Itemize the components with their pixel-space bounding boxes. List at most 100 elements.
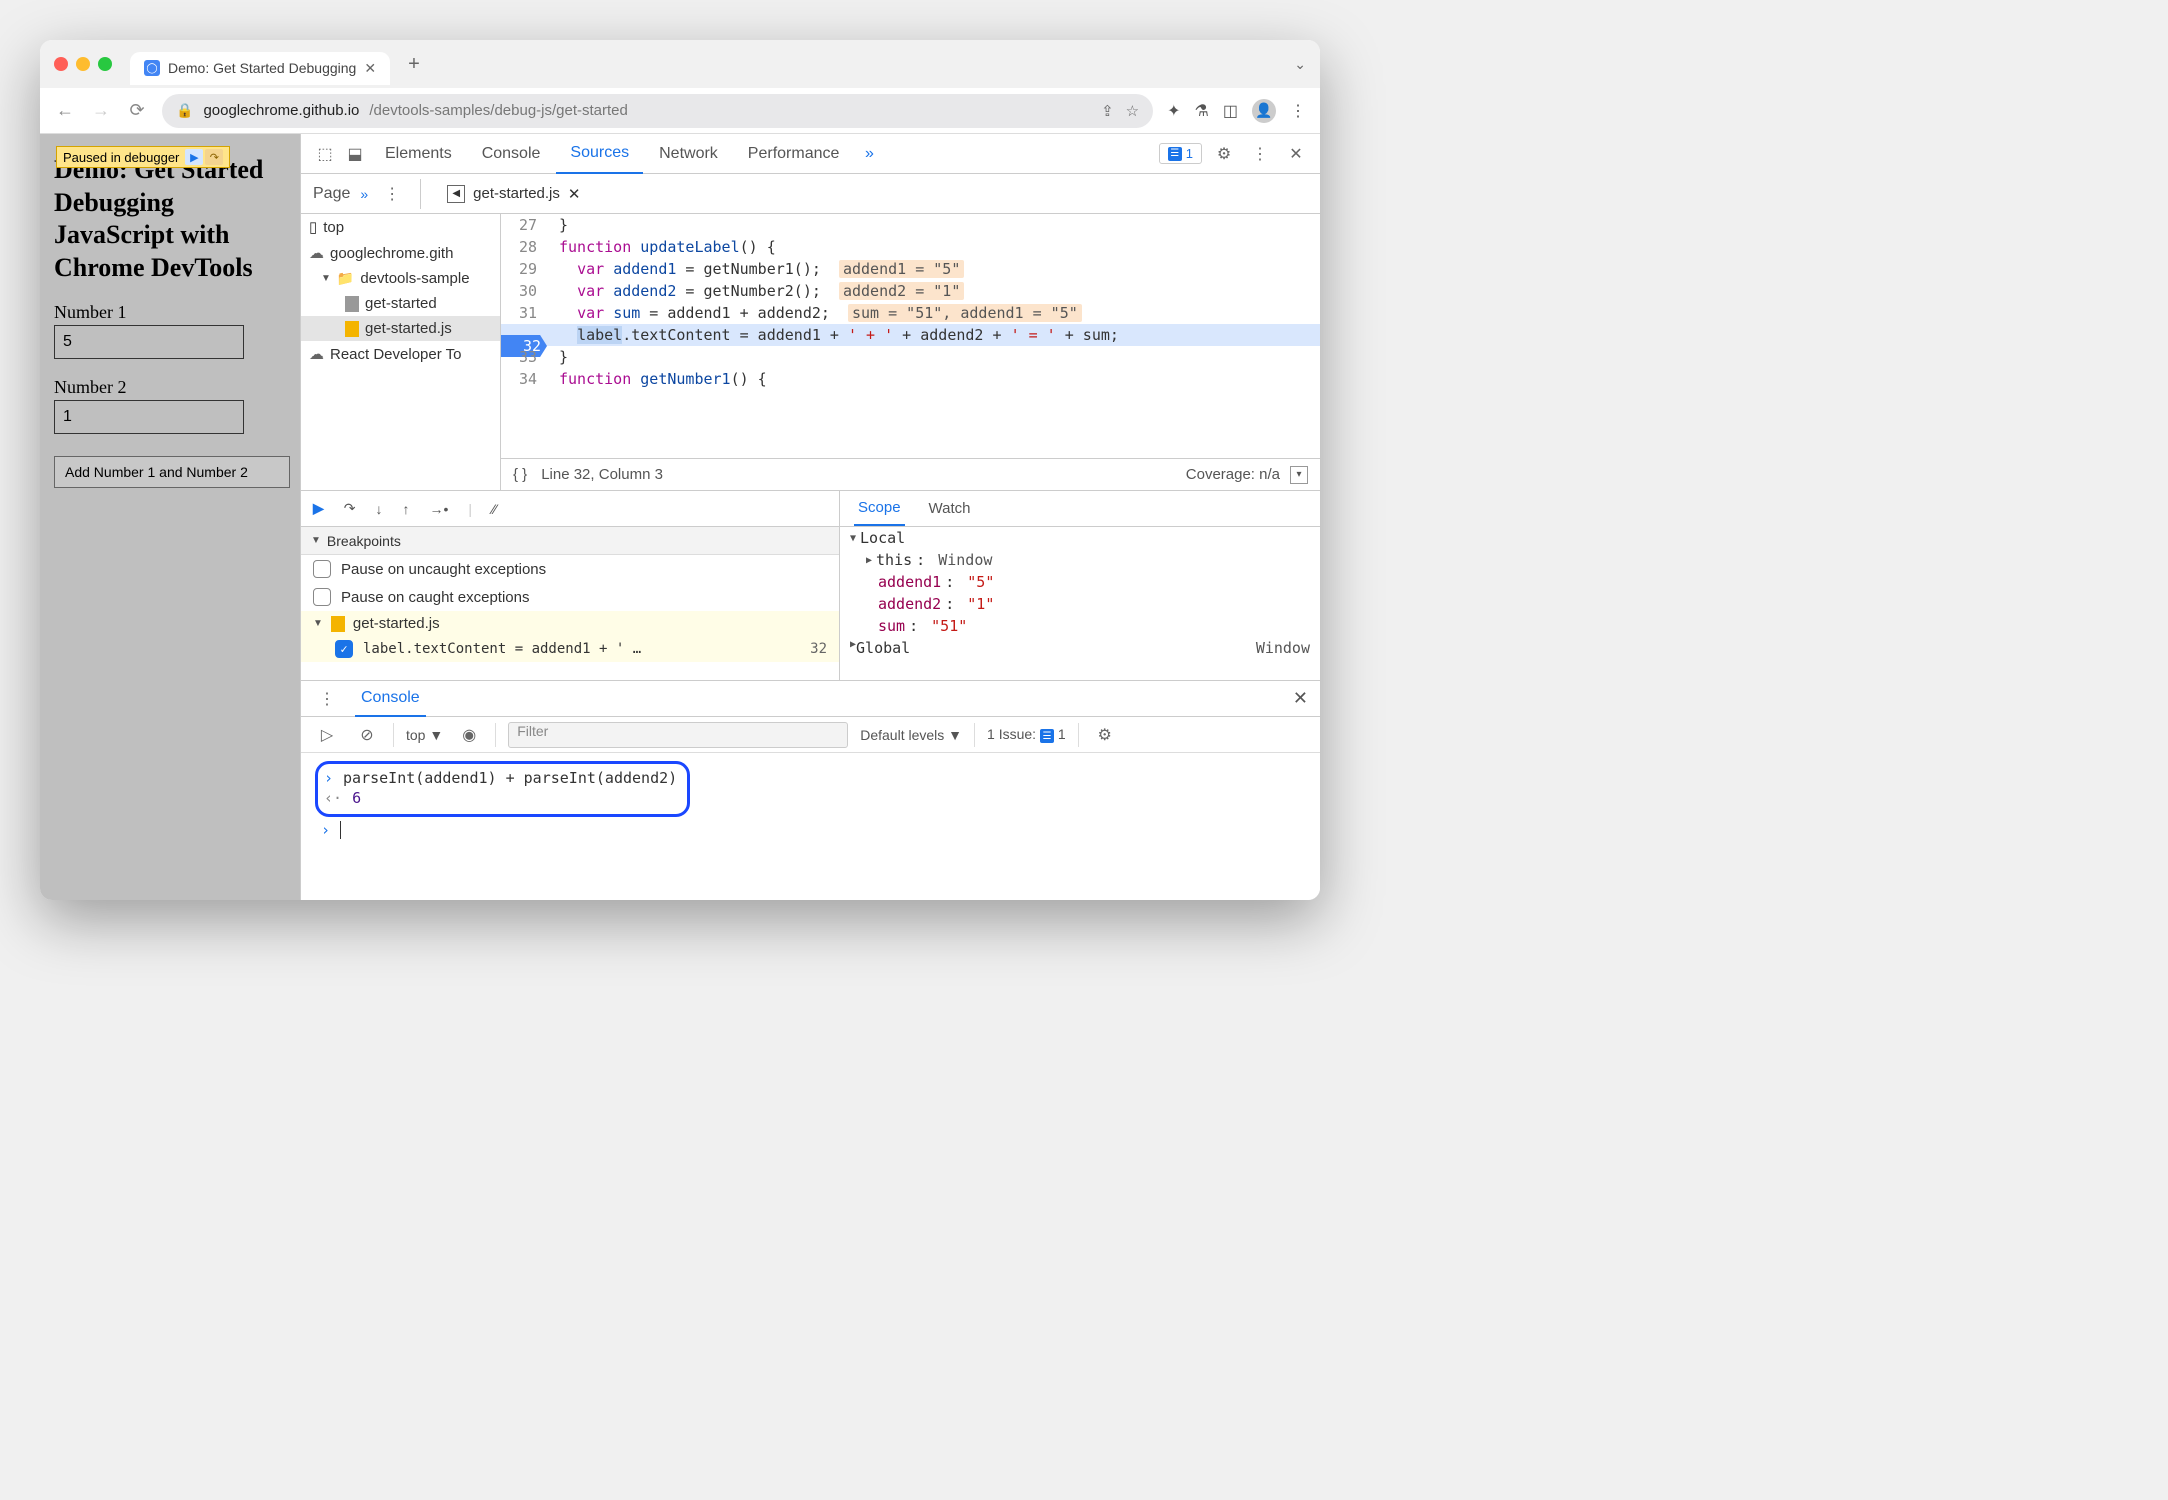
inspect-icon[interactable]: ⬚ [311, 140, 339, 168]
log-levels-selector[interactable]: Default levels ▼ [860, 727, 962, 743]
tree-file-html[interactable]: get-started [301, 291, 500, 316]
share-icon[interactable]: ⇪ [1101, 102, 1114, 120]
coverage-dropdown-icon[interactable]: ▾ [1290, 466, 1308, 484]
cursor-position: Line 32, Column 3 [541, 466, 663, 483]
issues-button[interactable]: ☰1 [1159, 143, 1202, 164]
overlay-resume-button[interactable]: ▶ [185, 149, 203, 165]
console-drawer-tab[interactable]: Console [355, 681, 426, 717]
debugger-pane: ▶ ↷ ↓ ↑ →• | ⁄⁄ ▼Breakpoints Pause on un… [301, 490, 1320, 680]
js-file-icon [331, 616, 345, 632]
new-tab-button[interactable]: + [408, 53, 420, 76]
titlebar: ◯ Demo: Get Started Debugging ✕ + ⌄ [40, 40, 1320, 88]
breakpoint-checkbox[interactable]: ✓ [335, 640, 353, 658]
browser-tab[interactable]: ◯ Demo: Get Started Debugging ✕ [130, 52, 390, 85]
profile-avatar[interactable]: 👤 [1252, 99, 1276, 123]
tree-origin[interactable]: ☁googlechrome.gith [301, 240, 500, 266]
settings-icon[interactable]: ⚙ [1210, 140, 1238, 168]
drawer-kebab-icon[interactable]: ⋮ [313, 685, 341, 713]
scope-local[interactable]: ▼Local [840, 527, 1320, 549]
input-number-1[interactable] [54, 325, 244, 359]
pause-caught-checkbox[interactable]: Pause on caught exceptions [301, 583, 839, 611]
live-expression-icon[interactable]: ◉ [455, 721, 483, 749]
paused-overlay: Paused in debugger ▶ ↷ [56, 146, 230, 168]
clear-console-icon[interactable]: ⊘ [353, 721, 381, 749]
console-toolbar: ▷ ⊘ top ▼ ◉ Filter Default levels ▼ 1 Is… [301, 717, 1320, 753]
pause-uncaught-checkbox[interactable]: Pause on uncaught exceptions [301, 555, 839, 583]
overlay-step-button[interactable]: ↷ [205, 149, 223, 165]
tree-file-js[interactable]: get-started.js [301, 316, 500, 341]
deactivate-breakpoints-button[interactable]: ⁄⁄ [492, 501, 497, 517]
more-tabs-icon[interactable]: » [855, 140, 883, 168]
close-devtools-icon[interactable]: ✕ [1282, 140, 1310, 168]
editor-status-bar: { } Line 32, Column 3 Coverage: n/a ▾ [501, 458, 1320, 490]
highlight-callout: ›parseInt(addend1) + parseInt(addend2) ‹… [315, 761, 690, 817]
page-heading: Demo: Get Started Debugging JavaScript w… [54, 154, 286, 284]
kebab-icon[interactable]: ⋮ [1246, 140, 1274, 168]
tab-elements[interactable]: Elements [371, 135, 466, 173]
step-over-button[interactable]: ↷ [344, 500, 356, 517]
toolbar: ← → ⟳ 🔒 googlechrome.github.io/devtools-… [40, 88, 1320, 134]
tab-network[interactable]: Network [645, 135, 732, 173]
format-icon[interactable]: { } [513, 466, 527, 483]
address-bar[interactable]: 🔒 googlechrome.github.io/devtools-sample… [162, 94, 1153, 128]
bookmark-icon[interactable]: ☆ [1126, 102, 1139, 120]
prompt-icon: › [324, 769, 333, 787]
sources-subtabs: Page » ⋮ ◀ get-started.js ✕ [301, 174, 1320, 214]
traffic-lights [54, 57, 112, 71]
breakpoint-entry[interactable]: ✓label.textContent = addend1 + ' …32 [301, 636, 839, 662]
lock-icon: 🔒 [176, 102, 193, 119]
menu-icon[interactable]: ⋮ [1290, 101, 1306, 121]
input-number-2[interactable] [54, 400, 244, 434]
step-into-button[interactable]: ↓ [376, 501, 383, 517]
code-area[interactable]: 27} 28function updateLabel() { 29 var ad… [501, 214, 1320, 458]
minimize-window-button[interactable] [76, 57, 90, 71]
resume-button[interactable]: ▶ [313, 500, 324, 517]
scope-tab[interactable]: Scope [854, 491, 905, 526]
console-settings-icon[interactable]: ⚙ [1091, 721, 1119, 749]
watch-tab[interactable]: Watch [925, 492, 975, 525]
back-button[interactable]: ← [54, 100, 76, 121]
favicon-icon: ◯ [144, 60, 160, 76]
browser-window: ◯ Demo: Get Started Debugging ✕ + ⌄ ← → … [40, 40, 1320, 900]
tree-folder[interactable]: ▼📁devtools-sample [301, 266, 500, 291]
issues-link[interactable]: 1 Issue: ☰ 1 [987, 726, 1066, 744]
nav-toggle-icon[interactable]: ◀ [447, 185, 465, 203]
breakpoints-header[interactable]: ▼Breakpoints [301, 527, 839, 555]
console-filter-input[interactable]: Filter [508, 722, 848, 748]
sources-kebab-icon[interactable]: ⋮ [378, 180, 406, 208]
tab-console[interactable]: Console [468, 135, 555, 173]
labs-icon[interactable]: ⚗ [1195, 101, 1209, 121]
step-out-button[interactable]: ↑ [403, 501, 410, 517]
tab-overflow-icon[interactable]: ⌄ [1294, 56, 1306, 73]
add-button[interactable]: Add Number 1 and Number 2 [54, 456, 290, 488]
context-selector[interactable]: top ▼ [406, 727, 443, 743]
tab-title: Demo: Get Started Debugging [168, 60, 356, 76]
maximize-window-button[interactable] [98, 57, 112, 71]
tree-top[interactable]: ▯top [301, 214, 500, 240]
console-drawer: ⋮ Console ✕ ▷ ⊘ top ▼ ◉ Filter Default l… [301, 680, 1320, 900]
tab-close-button[interactable]: ✕ [364, 60, 376, 77]
reload-button[interactable]: ⟳ [126, 100, 148, 121]
step-button[interactable]: →• [430, 501, 449, 517]
close-window-button[interactable] [54, 57, 68, 71]
extension-icons: ✦ ⚗ ◫ 👤 ⋮ [1167, 99, 1306, 123]
forward-button[interactable]: → [90, 100, 112, 121]
device-toggle-icon[interactable]: ⬓ [341, 140, 369, 168]
sources-more-icon[interactable]: » [360, 186, 368, 202]
breakpoint-file-group[interactable]: ▼get-started.js [301, 611, 839, 636]
drawer-close-icon[interactable]: ✕ [1293, 688, 1308, 709]
console-sidebar-icon[interactable]: ▷ [313, 721, 341, 749]
tab-sources[interactable]: Sources [556, 134, 643, 174]
tree-extension[interactable]: ☁React Developer To [301, 341, 500, 367]
tab-performance[interactable]: Performance [734, 135, 854, 173]
scope-global[interactable]: ▶GlobalWindow [840, 637, 1320, 659]
extensions-icon[interactable]: ✦ [1167, 101, 1180, 121]
file-close-icon[interactable]: ✕ [568, 185, 581, 203]
scope-body: ▼Local ▶this: Window addend1: "5" addend… [840, 527, 1320, 680]
open-file-tab[interactable]: ◀ get-started.js ✕ [435, 177, 592, 211]
sources-nav-tab[interactable]: Page [313, 185, 350, 203]
scope-this[interactable]: ▶this: Window [840, 549, 1320, 571]
js-file-icon [345, 321, 359, 337]
side-panel-icon[interactable]: ◫ [1223, 101, 1238, 121]
console-output[interactable]: ›parseInt(addend1) + parseInt(addend2) ‹… [301, 753, 1320, 900]
